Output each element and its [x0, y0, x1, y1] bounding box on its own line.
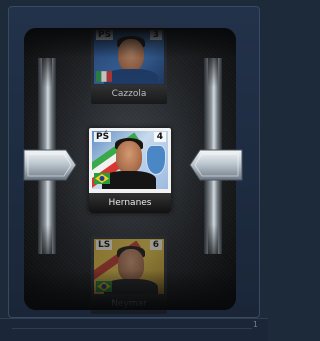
- club-crest-icon: [146, 145, 166, 175]
- brazil-flag-icon: [94, 173, 110, 184]
- page-number: 1: [252, 320, 258, 329]
- footer-divider: [12, 321, 252, 329]
- arrow-right-icon[interactable]: [188, 146, 244, 184]
- position-badge: PS: [96, 30, 114, 40]
- player-card-previous[interactable]: PS 3 Cazzola: [91, 26, 167, 104]
- position-badge: LS: [96, 240, 113, 250]
- italy-flag-icon: [96, 71, 112, 82]
- player-name: Neymar: [91, 295, 167, 314]
- player-card-current[interactable]: PŚ 4 Hernanes: [89, 128, 171, 213]
- arrow-left-icon[interactable]: [22, 146, 78, 184]
- brazil-flag-icon: [96, 281, 112, 292]
- player-name: Hernanes: [89, 193, 171, 213]
- footer-bar: 1: [0, 318, 268, 341]
- number-badge: 3: [149, 30, 162, 40]
- position-badge: PŚ: [94, 132, 112, 142]
- number-badge: 6: [149, 240, 162, 250]
- number-badge: 4: [153, 132, 166, 142]
- player-name: Cazzola: [91, 85, 167, 104]
- player-card-next[interactable]: LS 6 Neymar: [91, 236, 167, 314]
